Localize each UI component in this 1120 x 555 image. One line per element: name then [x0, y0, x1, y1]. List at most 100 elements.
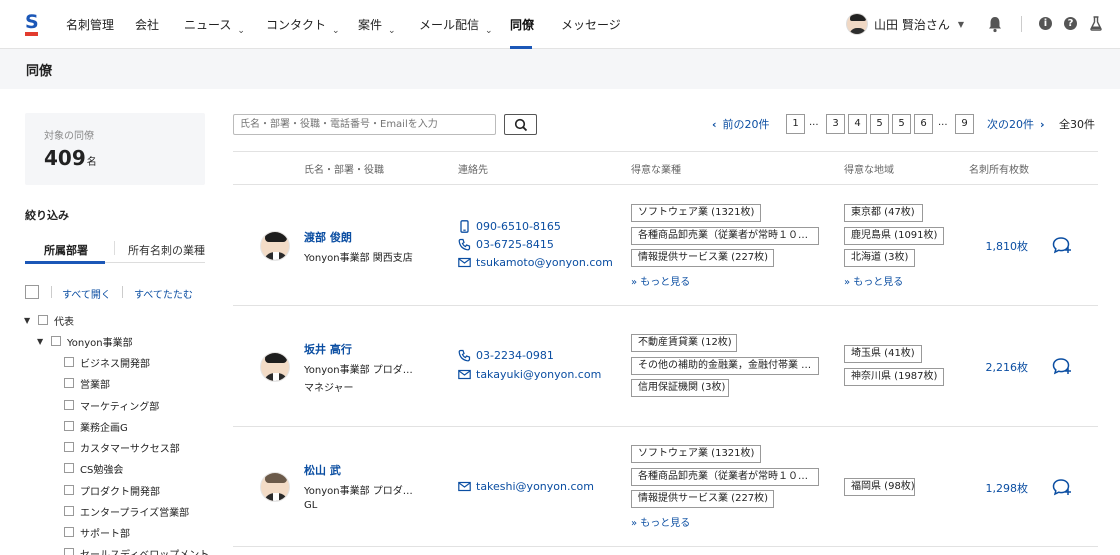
tree-checkbox[interactable] — [51, 336, 61, 346]
nav-item-company[interactable]: 会社 — [135, 16, 159, 33]
industry-tag[interactable]: ソフトウェア業 (1321枚) — [631, 445, 761, 463]
phone-number: 03-6725-8415 — [476, 238, 554, 251]
nav-item-news[interactable]: ニュース ⌄ — [184, 16, 245, 36]
industry-more-link[interactable]: » もっと見る — [631, 273, 690, 288]
region-tag[interactable]: 北海道 (3枚) — [844, 249, 915, 267]
email-link[interactable]: takeshi@yonyon.com — [458, 480, 594, 493]
industry-tag[interactable]: 信用保証機関 (3枚) — [631, 379, 729, 397]
industry-tag[interactable]: 情報提供サービス業 (227枚) — [631, 490, 774, 508]
tree-checkbox[interactable] — [38, 315, 48, 325]
chevron-right-icon: › — [1040, 118, 1045, 131]
nav-item-contact[interactable]: コンタクト ⌄ — [266, 16, 340, 36]
collapse-all-link[interactable]: すべてたたむ — [134, 286, 193, 301]
tree-item-label: 代表 — [54, 317, 74, 328]
tree-item-label: カスタマーサクセス部 — [80, 444, 180, 455]
nav-item-deals[interactable]: 案件 ⌄ — [358, 16, 396, 36]
avatar[interactable] — [260, 472, 290, 502]
tree-checkbox[interactable] — [64, 421, 74, 431]
search-input[interactable] — [233, 114, 496, 135]
tree-checkbox[interactable] — [64, 485, 74, 495]
expand-all-link[interactable]: すべて開く — [62, 286, 111, 301]
industry-tag[interactable]: 不動産賃貸業 (12枚) — [631, 334, 737, 352]
divider — [51, 286, 52, 298]
industry-tag[interactable]: 各種商品卸売業（従業者が常時１０… — [631, 227, 819, 245]
column-header-card-count: 名刺所有枚数 — [969, 165, 1029, 176]
nav-label: 案件 — [358, 18, 383, 32]
page-button[interactable]: 5 — [870, 114, 889, 134]
tree-expand-icon[interactable]: ▼ — [24, 316, 30, 325]
page-button[interactable]: 4 — [848, 114, 867, 134]
page-header: 同僚 — [0, 49, 1120, 89]
page-button[interactable]: 3 — [826, 114, 845, 134]
tree-checkbox[interactable] — [64, 506, 74, 516]
user-name: 山田 賢治さん — [874, 17, 950, 32]
chevron-down-icon: ⌄ — [332, 26, 340, 36]
tree-checkbox[interactable] — [64, 357, 74, 367]
search-button[interactable] — [504, 114, 537, 135]
tree-expand-icon[interactable]: ▼ — [37, 337, 43, 346]
nav-item-mail[interactable]: メール配信 ⌄ — [419, 16, 493, 36]
colleague-name-link[interactable]: 松山 武 — [304, 462, 341, 478]
industry-tag[interactable]: 各種商品卸売業（従業者が常時１０… — [631, 468, 819, 486]
select-all-checkbox[interactable] — [25, 285, 39, 299]
industry-tag[interactable]: 情報提供サービス業 (227枚) — [631, 249, 774, 267]
colleague-name-link[interactable]: 渡部 俊朗 — [304, 229, 352, 245]
region-tag[interactable]: 東京都 (47枚) — [844, 204, 923, 222]
region-tag[interactable]: 鹿児島県 (1091枚) — [844, 227, 944, 245]
region-tag[interactable]: 神奈川県 (1987枚) — [844, 368, 944, 386]
nav-label: 会社 — [135, 18, 160, 32]
column-header-region: 得意な地域 — [844, 165, 894, 176]
nav-item-messages[interactable]: メッセージ — [561, 16, 621, 33]
industry-tag[interactable]: ソフトウェア業 (1321枚) — [631, 204, 761, 222]
region-more-link[interactable]: » もっと見る — [844, 273, 903, 288]
region-tag[interactable]: 埼玉県 (41枚) — [844, 345, 922, 363]
user-menu[interactable]: 山田 賢治さん ▼ — [846, 12, 964, 36]
page-button[interactable]: 9 — [955, 114, 974, 134]
row-divider — [233, 426, 1098, 427]
colleague-department: Yonyon事業部 プロダ… — [304, 365, 413, 376]
phone-link[interactable]: 03-6725-8415 — [458, 238, 554, 251]
avatar[interactable] — [260, 352, 290, 382]
tree-item-label: プロダクト開発部 — [80, 487, 160, 498]
row-divider — [233, 305, 1098, 306]
tree-checkbox[interactable] — [64, 442, 74, 452]
count-unit: 名 — [86, 157, 97, 168]
tree-checkbox[interactable] — [64, 378, 74, 388]
industry-more-link[interactable]: » もっと見る — [631, 514, 690, 529]
tree-checkbox[interactable] — [64, 400, 74, 410]
mail-icon — [458, 257, 471, 268]
email-link[interactable]: takayuki@yonyon.com — [458, 368, 601, 381]
tab-industry[interactable]: 所有名刺の業種 — [128, 242, 205, 258]
page-button[interactable]: 6 — [914, 114, 933, 134]
bell-icon[interactable] — [986, 15, 1004, 33]
chat-add-icon[interactable] — [1052, 357, 1072, 375]
page-button[interactable]: 1 — [786, 114, 805, 134]
mobile-link[interactable]: 090-6510-8165 — [458, 220, 561, 233]
help-icon[interactable]: ? — [1064, 17, 1077, 30]
tree-checkbox[interactable] — [64, 548, 74, 555]
region-tag[interactable]: 福岡県 (98枚) — [844, 478, 915, 496]
colleague-name-link[interactable]: 坂井 高行 — [304, 341, 352, 357]
email-link[interactable]: tsukamoto@yonyon.com — [458, 256, 613, 269]
phone-link[interactable]: 03-2234-0981 — [458, 349, 554, 362]
tree-checkbox[interactable] — [64, 527, 74, 537]
avatar[interactable] — [260, 231, 290, 261]
chat-add-icon[interactable] — [1052, 236, 1072, 254]
prev-page-link[interactable]: ‹ 前の20件 — [712, 116, 770, 132]
card-count-link[interactable]: 1,298枚 — [978, 480, 1029, 496]
page-button[interactable]: 5 — [892, 114, 911, 134]
tab-department[interactable]: 所属部署 — [44, 242, 88, 258]
chat-add-icon[interactable] — [1052, 478, 1072, 496]
tree-item-label: 営業部 — [80, 380, 110, 391]
nav-label: メール配信 — [419, 18, 480, 32]
industry-tag[interactable]: その他の補助的金融業，金融付帯業 … — [631, 357, 819, 375]
nav-item-colleagues[interactable]: 同僚 — [510, 16, 534, 33]
card-count-link[interactable]: 2,216枚 — [978, 359, 1029, 375]
tree-checkbox[interactable] — [64, 463, 74, 473]
nav-item-cards[interactable]: 名刺管理 — [66, 16, 114, 33]
card-count-link[interactable]: 1,810枚 — [978, 238, 1029, 254]
app-logo[interactable]: S — [25, 13, 39, 36]
flask-icon[interactable] — [1090, 16, 1102, 31]
info-icon[interactable]: i — [1039, 17, 1052, 30]
next-page-link[interactable]: 次の20件 › — [987, 116, 1045, 132]
